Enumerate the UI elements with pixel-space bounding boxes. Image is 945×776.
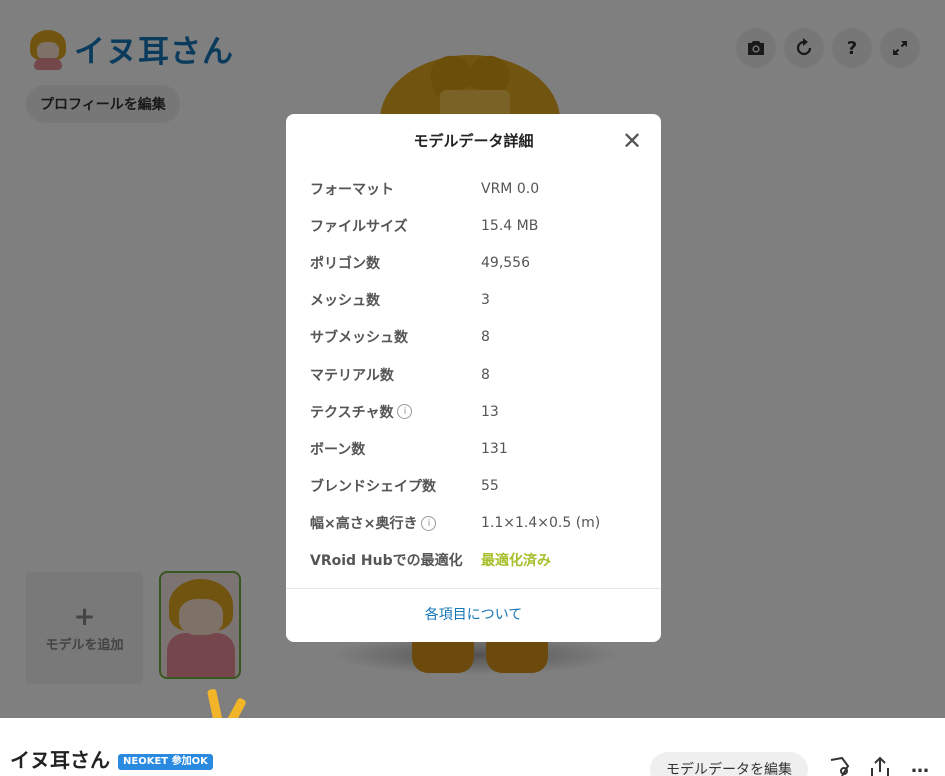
- detail-label-text: フォーマット: [310, 181, 394, 198]
- detail-label-text: テクスチャ数: [310, 404, 394, 421]
- detail-row: マテリアル数 8: [310, 356, 640, 393]
- info-icon[interactable]: i: [397, 404, 413, 420]
- neoket-badge[interactable]: NEOKET 参加OK: [118, 754, 213, 770]
- detail-row: テクスチャ数 i 13: [310, 393, 640, 430]
- details-list: フォーマット VRM 0.0 ファイルサイズ 15.4 MB ポリゴン数 49,556 メッ…: [310, 170, 640, 579]
- detail-value: VRM 0.0: [481, 180, 540, 197]
- pose-icon: [830, 756, 850, 776]
- detail-label-text: VRoid Hubでの最適化: [310, 553, 463, 570]
- detail-label: ボーン数: [310, 439, 481, 459]
- detail-row: 幅×高さ×奥行き i 1.1×1.4×0.5 (m): [310, 505, 640, 542]
- about-items-link[interactable]: 各項目について: [286, 589, 661, 642]
- detail-label: フォーマット: [310, 179, 481, 199]
- detail-value: 15.4 MB: [481, 217, 539, 234]
- detail-label: メッシュ数: [310, 290, 481, 310]
- detail-row: ファイルサイズ 15.4 MB: [310, 207, 640, 244]
- pose-button[interactable]: [826, 756, 854, 776]
- detail-value: 55: [481, 478, 499, 495]
- more-icon: …: [911, 756, 929, 776]
- detail-row: ポリゴン数 49,556: [310, 244, 640, 281]
- detail-label-text: ポリゴン数: [310, 255, 380, 272]
- detail-row: フォーマット VRM 0.0: [310, 170, 640, 207]
- detail-label-text: 幅×高さ×奥行き: [310, 516, 418, 533]
- detail-value: 13: [481, 403, 499, 420]
- detail-label: テクスチャ数 i: [310, 402, 481, 422]
- model-details-dialog: モデルデータ詳細 ✕ フォーマット VRM 0.0 ファイルサイズ 15.4 MB ポリ…: [286, 114, 661, 642]
- close-icon: ✕: [621, 127, 643, 155]
- detail-label: マテリアル数: [310, 365, 481, 385]
- detail-label: ポリゴン数: [310, 253, 481, 273]
- dialog-title: モデルデータ詳細: [413, 132, 534, 150]
- detail-row: サブメッシュ数 8: [310, 319, 640, 356]
- detail-label-text: ブレンドシェイプ数: [310, 479, 436, 496]
- detail-label-text: ファイルサイズ: [310, 218, 408, 235]
- detail-value: 8: [481, 329, 490, 346]
- detail-label-text: サブメッシュ数: [310, 330, 408, 347]
- detail-label-text: マテリアル数: [310, 367, 394, 384]
- detail-label: VRoid Hubでの最適化: [310, 550, 481, 570]
- more-button[interactable]: …: [906, 756, 934, 776]
- detail-row: ボーン数 131: [310, 430, 640, 467]
- detail-value: 49,556: [481, 254, 530, 271]
- share-button[interactable]: [866, 756, 894, 776]
- detail-label-text: ボーン数: [310, 441, 366, 458]
- detail-value: 3: [481, 292, 490, 309]
- detail-value: 1.1×1.4×0.5 (m): [481, 515, 601, 532]
- detail-label-text: メッシュ数: [310, 293, 380, 310]
- detail-value: 8: [481, 366, 490, 383]
- share-icon: [871, 756, 889, 776]
- info-icon[interactable]: i: [421, 515, 437, 531]
- edit-model-data-button[interactable]: モデルデータを編集: [650, 752, 808, 776]
- detail-label: サブメッシュ数: [310, 327, 481, 347]
- close-button[interactable]: ✕: [619, 128, 645, 154]
- detail-label: ファイルサイズ: [310, 216, 481, 236]
- detail-row: メッシュ数 3: [310, 282, 640, 319]
- detail-value: 最適化済み: [481, 553, 551, 570]
- detail-label: 幅×高さ×奥行き i: [310, 513, 481, 533]
- detail-row: VRoid Hubでの最適化 最適化済み: [310, 542, 640, 579]
- detail-row: ブレンドシェイプ数 55: [310, 468, 640, 505]
- detail-label: ブレンドシェイプ数: [310, 476, 481, 496]
- model-info-bar: イヌ耳さん NEOKET 参加OK モデルデータを編集 …: [0, 718, 945, 776]
- model-title: イヌ耳さん: [10, 748, 110, 772]
- detail-value: 131: [481, 440, 508, 457]
